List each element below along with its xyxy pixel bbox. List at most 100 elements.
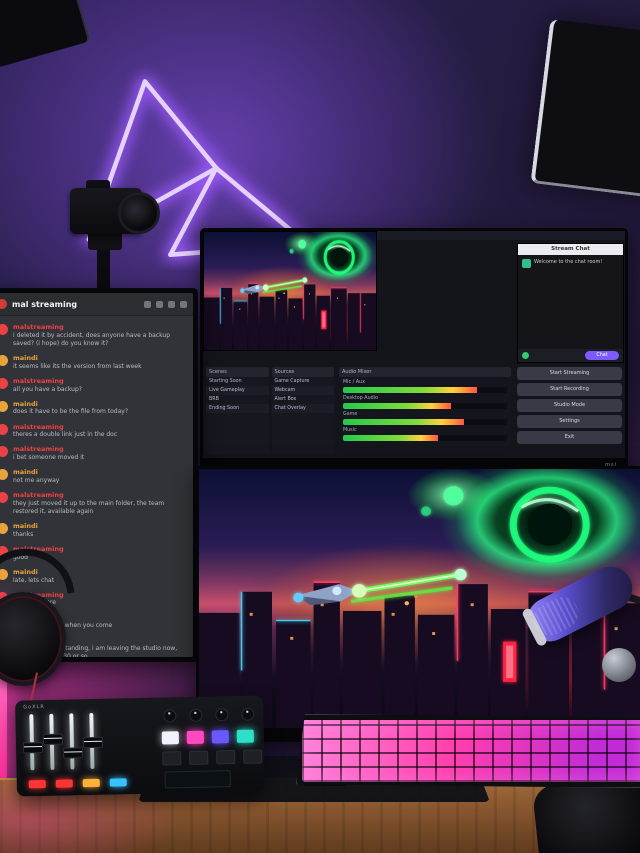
chat-message-body: malstreaming i bet someone moved it [13, 445, 84, 462]
obs-controls-panel: Start Streaming Start Recording Studio Mod… [517, 367, 622, 454]
stream-chat-title: Stream Chat [518, 244, 623, 255]
chat-text: all you have a backup? [13, 386, 82, 394]
fader-bank [25, 712, 148, 775]
avatar [0, 324, 8, 335]
fader-knob [83, 737, 103, 748]
avatar [0, 492, 8, 503]
audio-track-name: Game [343, 411, 507, 418]
avatar [0, 469, 8, 480]
mixer-knob [189, 709, 202, 722]
fader [29, 714, 34, 770]
chat-username: malstreaming [13, 377, 82, 386]
game-preview-art [204, 232, 376, 350]
chat-message-body: maindi not me anyway [13, 468, 59, 485]
members-icon [180, 301, 187, 308]
scenes-header: Scenes [206, 367, 269, 377]
mixer-brand-logo: GoXLR [23, 704, 45, 710]
chat-message-body: maindi does it have to be the file from … [13, 400, 128, 417]
audio-track-name: Desktop Audio [343, 395, 507, 402]
mic-arm-clamp [602, 648, 636, 682]
chat-message: malstreaming they just moved it up to th… [0, 488, 193, 519]
avatar [0, 378, 8, 389]
scene-item: Live Gameplay [206, 386, 269, 395]
scenes-panel: Scenes Starting SoonLive GameplayBRBEndi… [206, 367, 269, 454]
chat-message: malstreaming i deleted it by accident, d… [0, 320, 193, 351]
pin-icon [168, 301, 175, 308]
chat-message-body: maindi it seems like its the version fro… [13, 354, 142, 371]
chat-message-body: malstreaming i deleted it by accident, d… [13, 323, 187, 348]
stream-chat-panel: Stream Chat Welcome to the chat room! Ch… [517, 243, 624, 363]
fader-knob [43, 734, 63, 745]
audio-meter-fill [343, 435, 438, 441]
chat-text: theres a double link just in the doc [13, 431, 117, 439]
audio-meter [343, 435, 507, 441]
chat-username: maindi [13, 400, 128, 409]
keyboard-keys [302, 720, 640, 782]
chat-username: malstreaming [13, 445, 84, 454]
audio-track: Desktop Audio [339, 393, 511, 409]
stream-preview [203, 231, 377, 351]
chat-username: malstreaming [13, 423, 117, 432]
chat-message-body: malstreaming theres a double link just i… [13, 423, 117, 440]
obs-control-button: Start Recording [517, 383, 622, 396]
mute-button [83, 779, 100, 787]
mute-button [29, 780, 46, 788]
mute-button [110, 778, 127, 786]
audio-track: Music [339, 425, 511, 441]
fader [49, 714, 54, 770]
avatar [0, 424, 8, 435]
mixer-knobs [163, 708, 254, 723]
obs-control-button: Studio Mode [517, 399, 622, 412]
obs-control-button: Settings [517, 415, 622, 428]
scene-item: Starting Soon [206, 377, 269, 386]
chat-send-button: Chat [585, 351, 619, 360]
voice-call-icon [144, 301, 151, 308]
streaming-desk-photo: File Edit View Docks Profile Tools Help … [0, 0, 640, 853]
obs-control-button: Start Streaming [517, 367, 622, 380]
mixer-pad [216, 750, 235, 764]
stream-chat-input-bar: Chat [518, 349, 623, 362]
sources-panel: Sources Game CaptureWebcamAlert BoxChat … [272, 367, 335, 454]
fader [69, 713, 74, 769]
mixer-pad [162, 731, 179, 744]
chat-message: malstreaming i bet someone moved it [0, 442, 193, 465]
fader [89, 713, 94, 769]
chat-message-body: maindi thanks [13, 522, 38, 539]
chat-username: maindi [13, 468, 59, 477]
avatar [0, 355, 8, 366]
source-item: Webcam [272, 386, 335, 395]
sources-list: Game CaptureWebcamAlert BoxChat Overlay [272, 377, 335, 413]
avatar [0, 523, 8, 534]
audio-mixer-panel: Audio Mixer Mic / Aux Desktop Audio [339, 367, 511, 454]
fader-knob [63, 747, 83, 758]
mixer-pad [212, 730, 229, 743]
streaming-software-monitor: File Edit View Docks Profile Tools Help … [200, 228, 628, 470]
mixer-pad [187, 731, 204, 744]
chat-header-avatar [0, 299, 7, 309]
mixer-pad [243, 749, 262, 763]
video-call-icon [156, 301, 163, 308]
audio-mixer-device: GoXLR [15, 695, 265, 796]
chat-message: maindi not me anyway [0, 465, 193, 488]
audio-track-name: Music [343, 427, 507, 434]
audio-mixer-header: Audio Mixer [339, 367, 511, 377]
mixer-knob [163, 709, 176, 722]
audio-track-name: Mic / Aux [343, 379, 507, 386]
chat-message-body: malstreaming all you have a backup? [13, 377, 82, 394]
chat-username: maindi [13, 354, 142, 363]
rgb-keyboard [296, 714, 640, 788]
sources-header: Sources [272, 367, 335, 377]
chat-text: i bet someone moved it [13, 454, 84, 462]
obs-control-button: Exit [517, 431, 622, 444]
chat-message: maindi thanks [0, 519, 193, 542]
mixer-knob [241, 708, 254, 721]
scene-item: Ending Soon [206, 404, 269, 413]
chat-text: they just moved it up to the main folder… [13, 500, 187, 516]
chat-message: malstreaming all you have a backup? [0, 374, 193, 397]
emote-icon [522, 352, 529, 359]
fader-knob [23, 742, 43, 753]
audio-track-list: Mic / Aux Desktop Audio [339, 377, 511, 441]
chat-username: malstreaming [13, 323, 187, 332]
mixer-knob [215, 708, 228, 721]
mixer-display [165, 770, 231, 788]
